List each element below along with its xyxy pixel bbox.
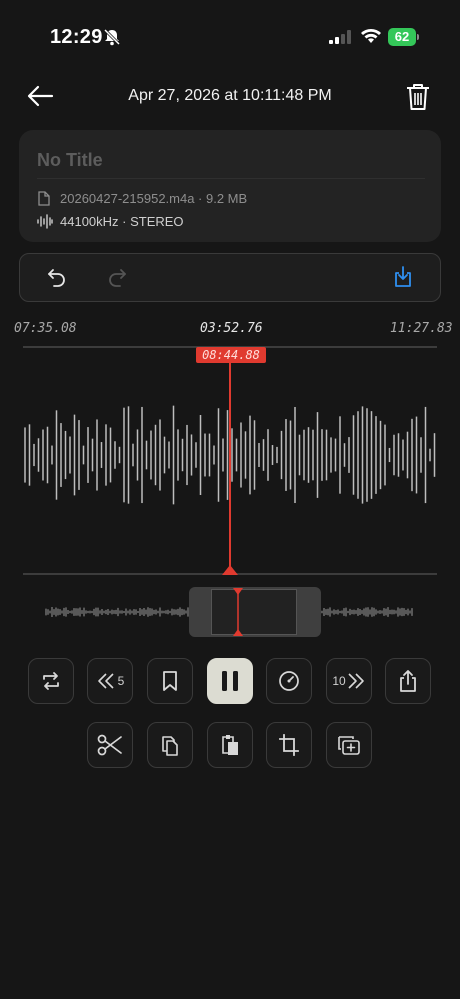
pause-button[interactable]: [207, 658, 253, 704]
crop-button[interactable]: [266, 722, 312, 768]
forward-button[interactable]: 10: [326, 658, 372, 704]
paste-icon: [222, 735, 238, 755]
signal-icon: [329, 30, 351, 44]
insert-button[interactable]: [326, 722, 372, 768]
time-center: 03:52.76: [200, 321, 263, 336]
loop-button[interactable]: [28, 658, 74, 704]
pause-icon: [222, 671, 238, 691]
battery-level: 62: [388, 28, 416, 46]
edit-toolbar: [19, 253, 441, 302]
file-icon: [38, 191, 50, 206]
file-info: 20260427-215952.m4a · 9.2 MB: [60, 191, 248, 206]
time-start: 07:35.08: [14, 321, 77, 336]
rewind-icon: [97, 673, 114, 689]
audio-format: 44100kHz · STEREO: [60, 214, 184, 229]
bell-off-icon: [103, 28, 121, 46]
forward-seconds: 10: [332, 674, 346, 688]
crop-icon: [279, 734, 299, 756]
bookmark-icon: [163, 671, 177, 691]
forward-icon: [348, 673, 364, 689]
recording-title: Apr 27, 2026 at 10:11:48 PM: [128, 87, 332, 104]
cut-button[interactable]: [87, 722, 133, 768]
scissors-icon: [97, 734, 122, 756]
battery-cap: [417, 34, 419, 40]
paste-button[interactable]: [207, 722, 253, 768]
divider: [37, 178, 425, 179]
copy-button[interactable]: [147, 722, 193, 768]
wifi-icon: [361, 29, 381, 43]
trash-icon[interactable]: [404, 82, 432, 112]
playhead-time: 08:44.88: [196, 347, 266, 363]
redo-icon[interactable]: [106, 266, 128, 288]
title-input[interactable]: No Title: [37, 150, 103, 171]
playhead-handle[interactable]: [222, 565, 238, 575]
speed-button[interactable]: [266, 658, 312, 704]
save-icon[interactable]: [392, 265, 414, 289]
back-arrow-icon[interactable]: [26, 84, 54, 108]
bookmark-button[interactable]: [147, 658, 193, 704]
share-button[interactable]: [385, 658, 431, 704]
rewind-seconds: 5: [117, 674, 125, 688]
overview-playhead: [233, 588, 243, 636]
status-time: 12:29: [50, 26, 103, 48]
copy-icon: [162, 736, 178, 756]
playhead-line[interactable]: [229, 362, 231, 571]
waveform-icon: [37, 214, 53, 229]
share-icon: [400, 670, 416, 692]
undo-icon[interactable]: [46, 266, 68, 288]
rewind-button[interactable]: 5: [87, 658, 133, 704]
loop-icon: [43, 672, 59, 690]
speed-icon: [279, 671, 299, 691]
overview-window[interactable]: [211, 589, 297, 635]
time-end: 11:27.83: [390, 321, 453, 336]
insert-icon: [338, 736, 360, 755]
